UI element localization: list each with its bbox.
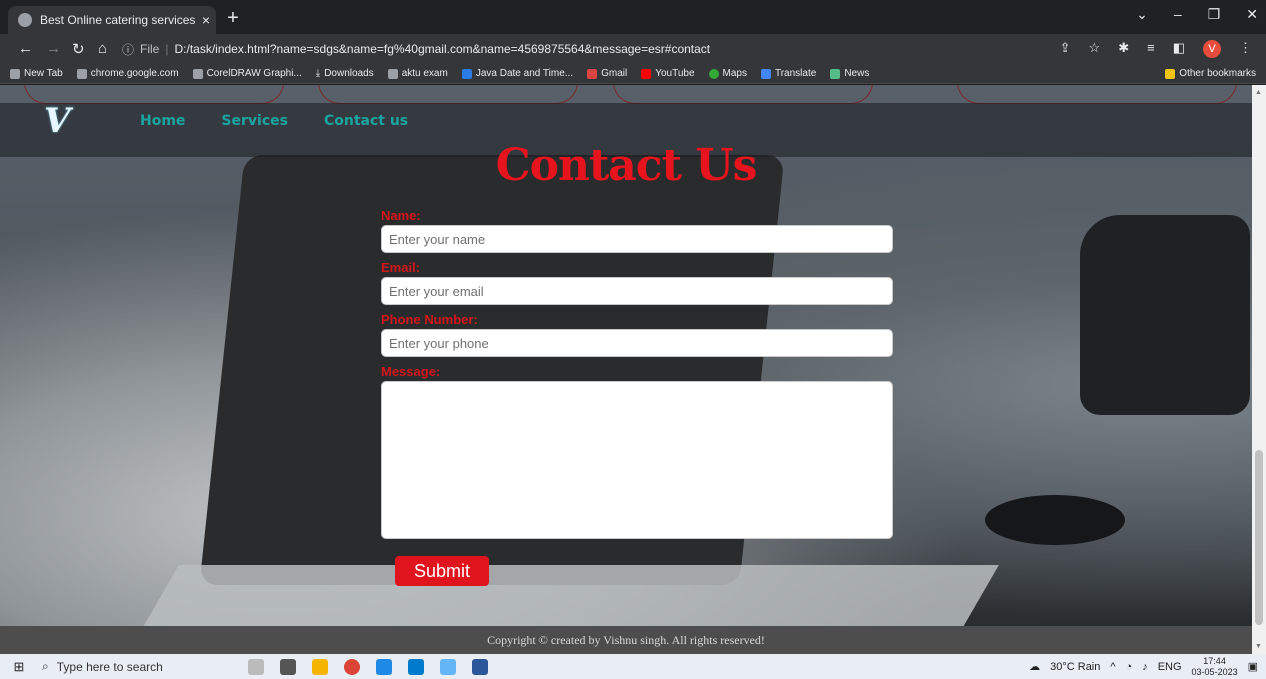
page-title: Contact Us xyxy=(495,140,758,191)
vscode-icon[interactable] xyxy=(408,658,424,675)
mail-icon[interactable] xyxy=(376,658,392,675)
search-icon: ⌕ xyxy=(42,659,49,673)
extensions-icon[interactable]: ✱ xyxy=(1118,40,1129,58)
bookmark-item[interactable]: Translate xyxy=(760,68,816,79)
page-scrollbar[interactable]: ▲ ▼ xyxy=(1252,85,1266,654)
bookmarks-bar: New Tab chrome.google.com CorelDRAW Grap… xyxy=(0,64,1266,84)
chevron-up-icon[interactable]: ^ xyxy=(1110,661,1115,673)
address-bar[interactable]: ⓘ File | D:/task/index.html?name=sdgs&na… xyxy=(122,38,962,60)
site-footer: Copyright © created by Vishnu singh. All… xyxy=(0,626,1252,654)
service-card xyxy=(957,85,1237,104)
language-indicator[interactable]: ENG xyxy=(1158,661,1182,673)
bookmark-item[interactable]: aktu exam xyxy=(387,68,448,79)
download-icon: ⤓ xyxy=(315,68,321,79)
name-label: Name: xyxy=(381,208,421,223)
other-bookmarks[interactable]: Other bookmarks xyxy=(1165,68,1256,79)
scroll-up-icon[interactable]: ▲ xyxy=(1255,89,1262,96)
service-card xyxy=(613,85,873,104)
page-viewport: V Home Services Contact us Contact Us Na… xyxy=(0,85,1252,626)
url-prefix: File xyxy=(140,42,160,56)
clock-time: 17:44 xyxy=(1203,655,1226,666)
nav-contact[interactable]: Contact us xyxy=(324,113,408,129)
taskbar-search[interactable]: ⌕ Type here to search xyxy=(32,654,232,679)
weather-text[interactable]: 30°C Rain xyxy=(1050,661,1100,673)
minimize-icon[interactable]: – xyxy=(1174,6,1182,23)
windows-start-icon[interactable]: ⊞ xyxy=(6,659,32,675)
search-placeholder: Type here to search xyxy=(56,659,163,674)
new-tab-button[interactable]: + xyxy=(222,7,244,30)
name-input[interactable] xyxy=(381,225,893,253)
task-view-icon[interactable] xyxy=(280,658,296,675)
windows-taskbar: ⊞ ⌕ Type here to search ☁ 30°C Rain ^ ◔ … xyxy=(0,654,1266,679)
profile-avatar[interactable]: V xyxy=(1203,40,1221,58)
volume-icon[interactable]: ♪ xyxy=(1142,661,1148,673)
window-controls: ⌄ – ❐ ✕ xyxy=(1136,6,1258,23)
home-icon[interactable]: ⌂ xyxy=(98,40,107,57)
globe-icon xyxy=(18,13,32,27)
bookmark-item[interactable]: New Tab xyxy=(10,68,63,79)
browser-toolbar: ← → ↻ ⌂ ⓘ File | D:/task/index.html?name… xyxy=(0,34,1266,64)
scrollbar-thumb[interactable] xyxy=(1255,450,1263,625)
tab-title: Best Online catering services for xyxy=(40,13,196,27)
taskbar-apps xyxy=(248,658,488,675)
bookmark-item[interactable]: Java Date and Time... xyxy=(461,68,573,79)
side-panel-icon[interactable]: ◧ xyxy=(1173,40,1185,58)
service-card xyxy=(318,85,578,104)
bookmark-item[interactable]: News xyxy=(830,68,869,79)
toolbar-actions: ⇪ ☆ ✱ ≡ ◧ V ⋮ xyxy=(1060,40,1252,58)
contact-form: Name: Email: Phone Number: Message: xyxy=(381,207,893,545)
site-logo[interactable]: V xyxy=(44,101,70,141)
card-row xyxy=(0,85,1252,105)
reading-list-icon[interactable]: ≡ xyxy=(1147,40,1155,58)
browser-tab[interactable]: Best Online catering services for × xyxy=(8,6,216,34)
clock[interactable]: 17:44 03-05-2023 xyxy=(1192,656,1238,678)
clock-date: 03-05-2023 xyxy=(1191,666,1238,677)
word-icon[interactable] xyxy=(472,658,488,675)
email-label: Email: xyxy=(381,260,421,275)
weather-icon[interactable]: ☁ xyxy=(1029,660,1040,673)
message-label: Message: xyxy=(381,364,441,379)
bookmark-item[interactable]: ⤓ Downloads xyxy=(316,68,374,79)
bookmark-item[interactable]: chrome.google.com xyxy=(76,68,179,79)
url-text[interactable]: D:/task/index.html?name=sdgs&name=fg%40g… xyxy=(174,42,710,56)
nav-services[interactable]: Services xyxy=(221,113,288,129)
nav-home[interactable]: Home xyxy=(140,113,185,129)
message-textarea[interactable] xyxy=(381,381,893,539)
nav-links: Home Services Contact us xyxy=(140,113,408,129)
bookmark-star-icon[interactable]: ☆ xyxy=(1089,40,1101,58)
app-icon[interactable] xyxy=(440,658,456,675)
back-icon[interactable]: ← xyxy=(18,40,33,57)
background-laptop-base xyxy=(121,565,999,626)
network-icon[interactable]: ◔ xyxy=(1126,661,1133,673)
phone-input[interactable] xyxy=(381,329,893,357)
reload-icon[interactable]: ↻ xyxy=(72,40,85,58)
background-mouse xyxy=(985,495,1125,545)
koala-icon[interactable] xyxy=(248,658,264,675)
email-input[interactable] xyxy=(381,277,893,305)
submit-button[interactable]: Submit xyxy=(395,556,489,586)
info-icon[interactable]: ⓘ xyxy=(122,41,134,58)
bookmark-item[interactable]: YouTube xyxy=(641,68,695,79)
scroll-down-icon[interactable]: ▼ xyxy=(1255,643,1262,650)
notification-icon[interactable]: ▣ xyxy=(1248,660,1258,673)
menu-icon[interactable]: ⋮ xyxy=(1239,40,1252,58)
bookmark-item[interactable]: CorelDRAW Graphi... xyxy=(192,68,302,79)
phone-label: Phone Number: xyxy=(381,312,478,327)
bookmark-item[interactable]: Gmail xyxy=(587,68,627,79)
background-phone xyxy=(1080,215,1250,415)
close-window-icon[interactable]: ✕ xyxy=(1246,6,1258,23)
tab-search-icon[interactable]: ⌄ xyxy=(1136,6,1148,23)
browser-tabstrip: Best Online catering services for × + ⌄ … xyxy=(0,0,1266,34)
restore-icon[interactable]: ❐ xyxy=(1208,6,1221,23)
forward-icon[interactable]: → xyxy=(46,40,61,57)
share-icon[interactable]: ⇪ xyxy=(1060,40,1071,58)
system-tray: ☁ 30°C Rain ^ ◔ ♪ ENG 17:44 03-05-2023 ▣ xyxy=(1029,654,1258,679)
chrome-icon[interactable] xyxy=(344,658,360,675)
close-tab-icon[interactable]: × xyxy=(196,12,216,28)
file-explorer-icon[interactable] xyxy=(312,658,328,675)
bookmark-item[interactable]: Maps xyxy=(708,68,747,79)
